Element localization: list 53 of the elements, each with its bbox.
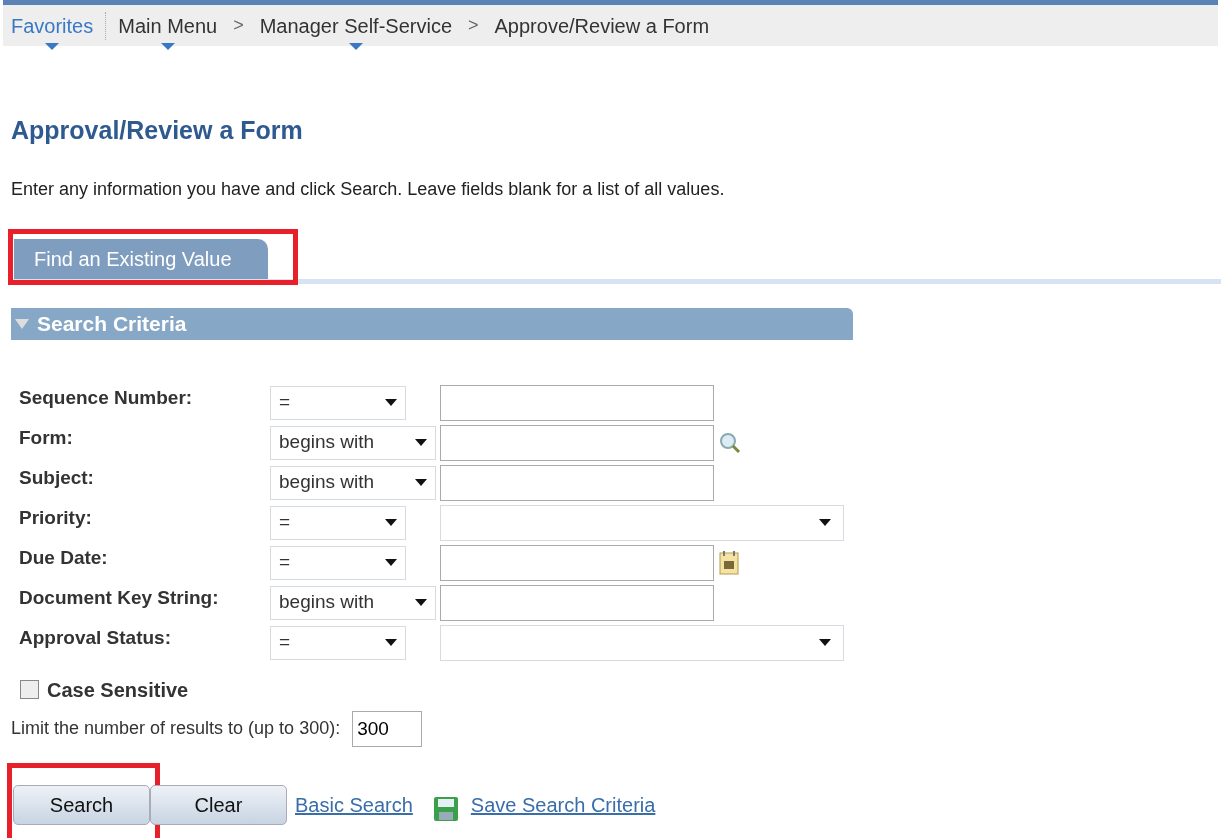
checkbox[interactable] (20, 680, 39, 699)
field-label: Form: (19, 426, 74, 451)
field-label: Priority: (19, 506, 93, 531)
breadcrumb-link[interactable]: Approve/Review a Form (494, 14, 710, 37)
caret-icon (819, 519, 831, 526)
action-button[interactable]: Search (13, 784, 150, 825)
field-label: Sequence Number: (19, 386, 194, 411)
menu-caret-icon[interactable] (160, 42, 175, 50)
operator-dropdown[interactable]: = (270, 545, 406, 580)
field-label: Subject: (19, 466, 95, 491)
checkbox-label: Case Sensitive (47, 677, 189, 703)
calendar-icon[interactable] (718, 549, 740, 576)
operator-dropdown[interactable]: = (270, 625, 406, 660)
limit-label: Limit the number of results to (up to 300): (11, 717, 341, 740)
operator-dropdown[interactable]: = (270, 385, 406, 420)
breadcrumb-link[interactable]: Main Menu (118, 14, 218, 37)
operator-dropdown[interactable]: begins with (270, 425, 436, 460)
caret-icon (385, 639, 397, 646)
operator-dropdown[interactable]: begins with (270, 585, 436, 620)
field-label: Document Key String: (19, 586, 220, 611)
operator-dropdown[interactable]: begins with (270, 465, 436, 500)
value-field[interactable] (440, 464, 714, 501)
breadcrumb-link[interactable]: Manager Self-Service (259, 14, 452, 37)
breadcrumb-link[interactable]: Favorites (11, 14, 94, 37)
value-dropdown[interactable] (440, 504, 844, 541)
value-field[interactable] (440, 424, 714, 461)
caret-icon (415, 439, 427, 446)
search-icon[interactable] (718, 430, 742, 455)
page-title: Approval/Review a Form (11, 115, 304, 146)
operator-dropdown[interactable]: = (270, 505, 406, 540)
limit-field[interactable]: 300 (352, 710, 423, 747)
field-label: Approval Status: (19, 626, 173, 651)
field-label: Due Date: (19, 546, 109, 571)
value-field[interactable] (440, 384, 714, 421)
menu-caret-icon[interactable] (45, 42, 60, 50)
link[interactable]: Basic Search (295, 789, 413, 820)
collapse-triangle-icon (15, 318, 29, 329)
value-field[interactable] (440, 584, 714, 621)
caret-icon (385, 559, 397, 566)
instruction-text: Enter any information you have and click Search. Leave fields blank for a list of all values. (11, 177, 726, 201)
caret-icon (385, 399, 397, 406)
link[interactable]: Save Search Criteria (470, 789, 656, 820)
breadcrumb-separator: > (468, 14, 479, 37)
breadcrumb-separator: > (233, 14, 244, 37)
section-title: Search Criteria (37, 310, 187, 337)
action-button[interactable]: Clear (150, 784, 287, 825)
menu-caret-icon[interactable] (348, 42, 363, 50)
value-dropdown[interactable] (440, 624, 844, 661)
caret-icon (415, 479, 427, 486)
caret-icon (385, 519, 397, 526)
value-field[interactable] (440, 544, 714, 581)
caret-icon (819, 639, 831, 646)
caret-icon (415, 599, 427, 606)
